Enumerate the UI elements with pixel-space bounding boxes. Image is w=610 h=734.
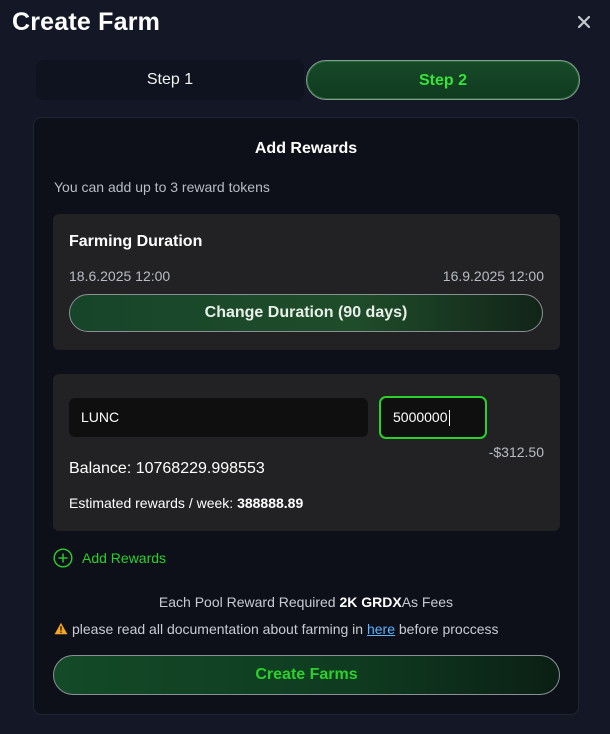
estimated-rewards-value: 388888.89 <box>237 495 304 511</box>
estimated-rewards-label: Estimated rewards / week: <box>69 495 234 511</box>
change-duration-button[interactable]: Change Duration (90 days) <box>69 294 543 332</box>
tab-step-2[interactable]: Step 2 <box>306 60 580 100</box>
panel-subtitle: You can add up to 3 reward tokens <box>54 179 270 195</box>
plus-circle-icon <box>53 548 73 568</box>
docs-note-prefix: please read all documentation about farm… <box>72 621 364 637</box>
create-farms-button[interactable]: Create Farms <box>53 655 560 695</box>
add-rewards-panel: Add Rewards You can add up to 3 reward t… <box>33 117 579 715</box>
duration-start-date: 18.6.2025 12:00 <box>69 268 171 284</box>
reward-token-input[interactable]: LUNC <box>69 398 368 437</box>
warning-icon <box>54 622 68 635</box>
duration-end-date: 16.9.2025 12:00 <box>442 268 544 284</box>
fee-note: Each Pool Reward Required 2K GRDXAs Fees <box>34 594 578 610</box>
reward-token-card: LUNC 5000000 -$312.50 Balance: 10768229.… <box>53 374 560 531</box>
docs-link[interactable]: here <box>367 621 395 637</box>
docs-note: please read all documentation about farm… <box>54 621 499 637</box>
farming-duration-card: Farming Duration 18.6.2025 12:00 16.9.20… <box>53 214 560 350</box>
panel-title: Add Rewards <box>254 140 358 157</box>
estimated-rewards: Estimated rewards / week: 388888.89 <box>69 495 303 511</box>
close-icon[interactable] <box>574 12 594 32</box>
token-balance: Balance: 10768229.998553 <box>69 460 265 477</box>
fee-note-prefix: Each Pool Reward Required <box>158 594 336 610</box>
reward-amount-input[interactable]: 5000000 <box>379 396 487 439</box>
modal-title: Create Farm <box>12 8 161 36</box>
reward-amount-value: 5000000 <box>393 409 448 425</box>
text-caret <box>448 410 450 427</box>
fee-note-suffix: As Fees <box>401 594 454 610</box>
step-tabs: Step 1 Step 2 <box>36 60 580 100</box>
add-rewards-label: Add Rewards <box>82 550 167 566</box>
reward-usd-value: -$312.50 <box>488 444 544 460</box>
tab-step-1[interactable]: Step 1 <box>36 60 304 100</box>
fee-note-amount: 2K GRDX <box>339 594 402 610</box>
docs-note-suffix: before proccess <box>398 621 499 637</box>
duration-title: Farming Duration <box>69 233 203 250</box>
